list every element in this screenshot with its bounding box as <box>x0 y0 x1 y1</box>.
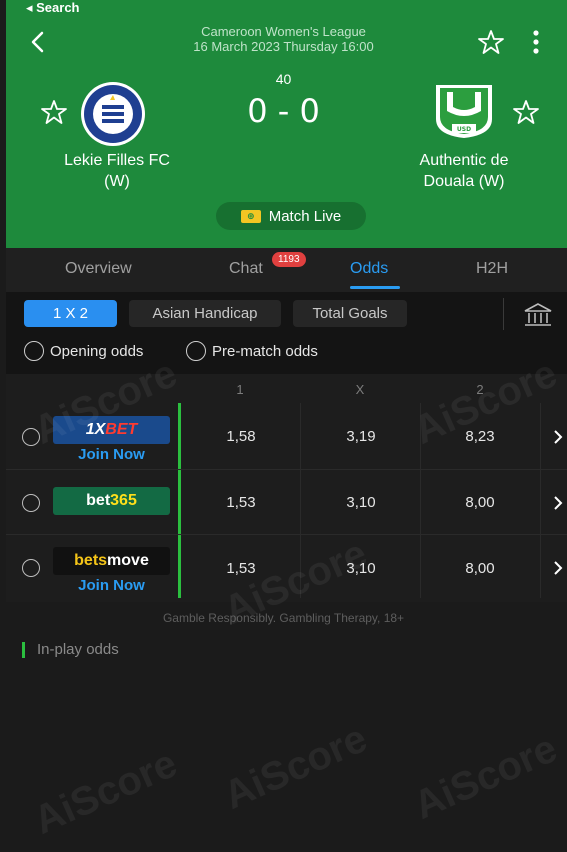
odds-away: 8,00 <box>465 560 495 577</box>
chevron-right-icon[interactable] <box>552 495 564 511</box>
odds-home: 1,53 <box>226 494 256 511</box>
match-live-label: Match Live <box>268 207 342 225</box>
join-now-link[interactable]: Join Now <box>53 446 170 463</box>
row-select-radio[interactable] <box>22 428 40 446</box>
tab-chat[interactable]: Chat <box>229 260 263 278</box>
bookmaker-bank-icon[interactable] <box>522 302 554 328</box>
odds-draw: 3,10 <box>346 494 376 511</box>
bookmaker-logo-bet365[interactable]: bet 365 <box>53 487 170 515</box>
star-icon[interactable] <box>477 28 505 56</box>
away-team-label: Authentic de <box>419 152 509 169</box>
odds-home: 1,58 <box>226 428 256 445</box>
favorite-home-star-icon[interactable] <box>40 98 68 126</box>
home-team-logo <box>81 82 145 146</box>
odds-home: 1,53 <box>226 560 256 577</box>
chip-1x2[interactable]: 1 X 2 <box>24 300 117 327</box>
chip-total-goals[interactable]: Total Goals <box>293 300 407 327</box>
gamble-responsibly-notice: Gamble Responsibly. Gambling Therapy, 18… <box>162 611 405 625</box>
join-now-link[interactable]: Join Now <box>53 577 170 594</box>
inplay-odds-label: In-play odds <box>37 641 119 658</box>
inplay-accent-bar <box>22 641 25 658</box>
row-select-radio[interactable] <box>22 494 40 512</box>
tab-h2h[interactable]: H2H <box>476 260 508 278</box>
inplay-odds-section[interactable]: In-play odds <box>22 641 119 658</box>
row-divider <box>6 469 567 470</box>
row-select-radio[interactable] <box>22 559 40 577</box>
col-header-away: 2 <box>476 382 484 397</box>
odds-away: 8,00 <box>465 494 495 511</box>
odds-accent-bar <box>178 403 181 598</box>
chat-count-badge: 1193 <box>272 252 306 267</box>
prematch-odds-label: Pre-match odds <box>212 342 318 360</box>
away-team-name: Authentic de Douala (W) <box>380 150 548 192</box>
match-live-button[interactable]: ⊕ Match Live <box>216 202 366 230</box>
col-header-draw: X <box>355 382 365 397</box>
watermark: AiScore <box>27 741 184 843</box>
chip-asian-handicap[interactable]: Asian Handicap <box>129 300 281 327</box>
col-divider <box>420 403 421 598</box>
col-divider <box>540 403 541 598</box>
opening-odds-radio[interactable] <box>24 341 44 361</box>
more-menu-icon[interactable] <box>526 28 546 56</box>
active-tab-indicator <box>350 286 400 289</box>
watermark: AiScore <box>217 716 374 818</box>
watermark: AiScore <box>407 726 564 828</box>
filter-divider <box>503 298 504 330</box>
home-team-suffix: (W) <box>104 173 130 190</box>
row-divider <box>6 534 567 535</box>
bookmaker-logo-1xbet[interactable]: 1X BET <box>53 416 170 444</box>
pitch-icon: ⊕ <box>240 209 261 223</box>
svg-text:USD: USD <box>457 126 471 133</box>
home-team-name: Lekie Filles FC (W) <box>28 150 206 192</box>
status-back-link[interactable]: ◂ Search <box>26 0 80 16</box>
odds-draw: 3,10 <box>346 560 376 577</box>
away-team-logo: USD <box>436 85 492 138</box>
tab-overview[interactable]: Overview <box>65 260 132 278</box>
favorite-away-star-icon[interactable] <box>512 98 540 126</box>
bookmaker-logo-betsmove[interactable]: bets move <box>53 547 170 575</box>
home-team-label: Lekie Filles FC <box>64 152 170 169</box>
odds-away: 8,23 <box>465 428 495 445</box>
odds-draw: 3,19 <box>346 428 376 445</box>
col-divider <box>300 403 301 598</box>
away-team-label-line2: Douala (W) <box>423 173 505 190</box>
opening-odds-label: Opening odds <box>50 342 144 360</box>
prematch-odds-option[interactable]: Pre-match odds <box>186 341 318 361</box>
chevron-right-icon[interactable] <box>552 429 564 445</box>
opening-odds-option[interactable]: Opening odds <box>24 341 143 361</box>
tab-odds[interactable]: Odds <box>350 260 388 278</box>
col-header-home: 1 <box>236 382 244 397</box>
prematch-odds-radio[interactable] <box>186 341 206 361</box>
chevron-right-icon[interactable] <box>552 560 564 576</box>
